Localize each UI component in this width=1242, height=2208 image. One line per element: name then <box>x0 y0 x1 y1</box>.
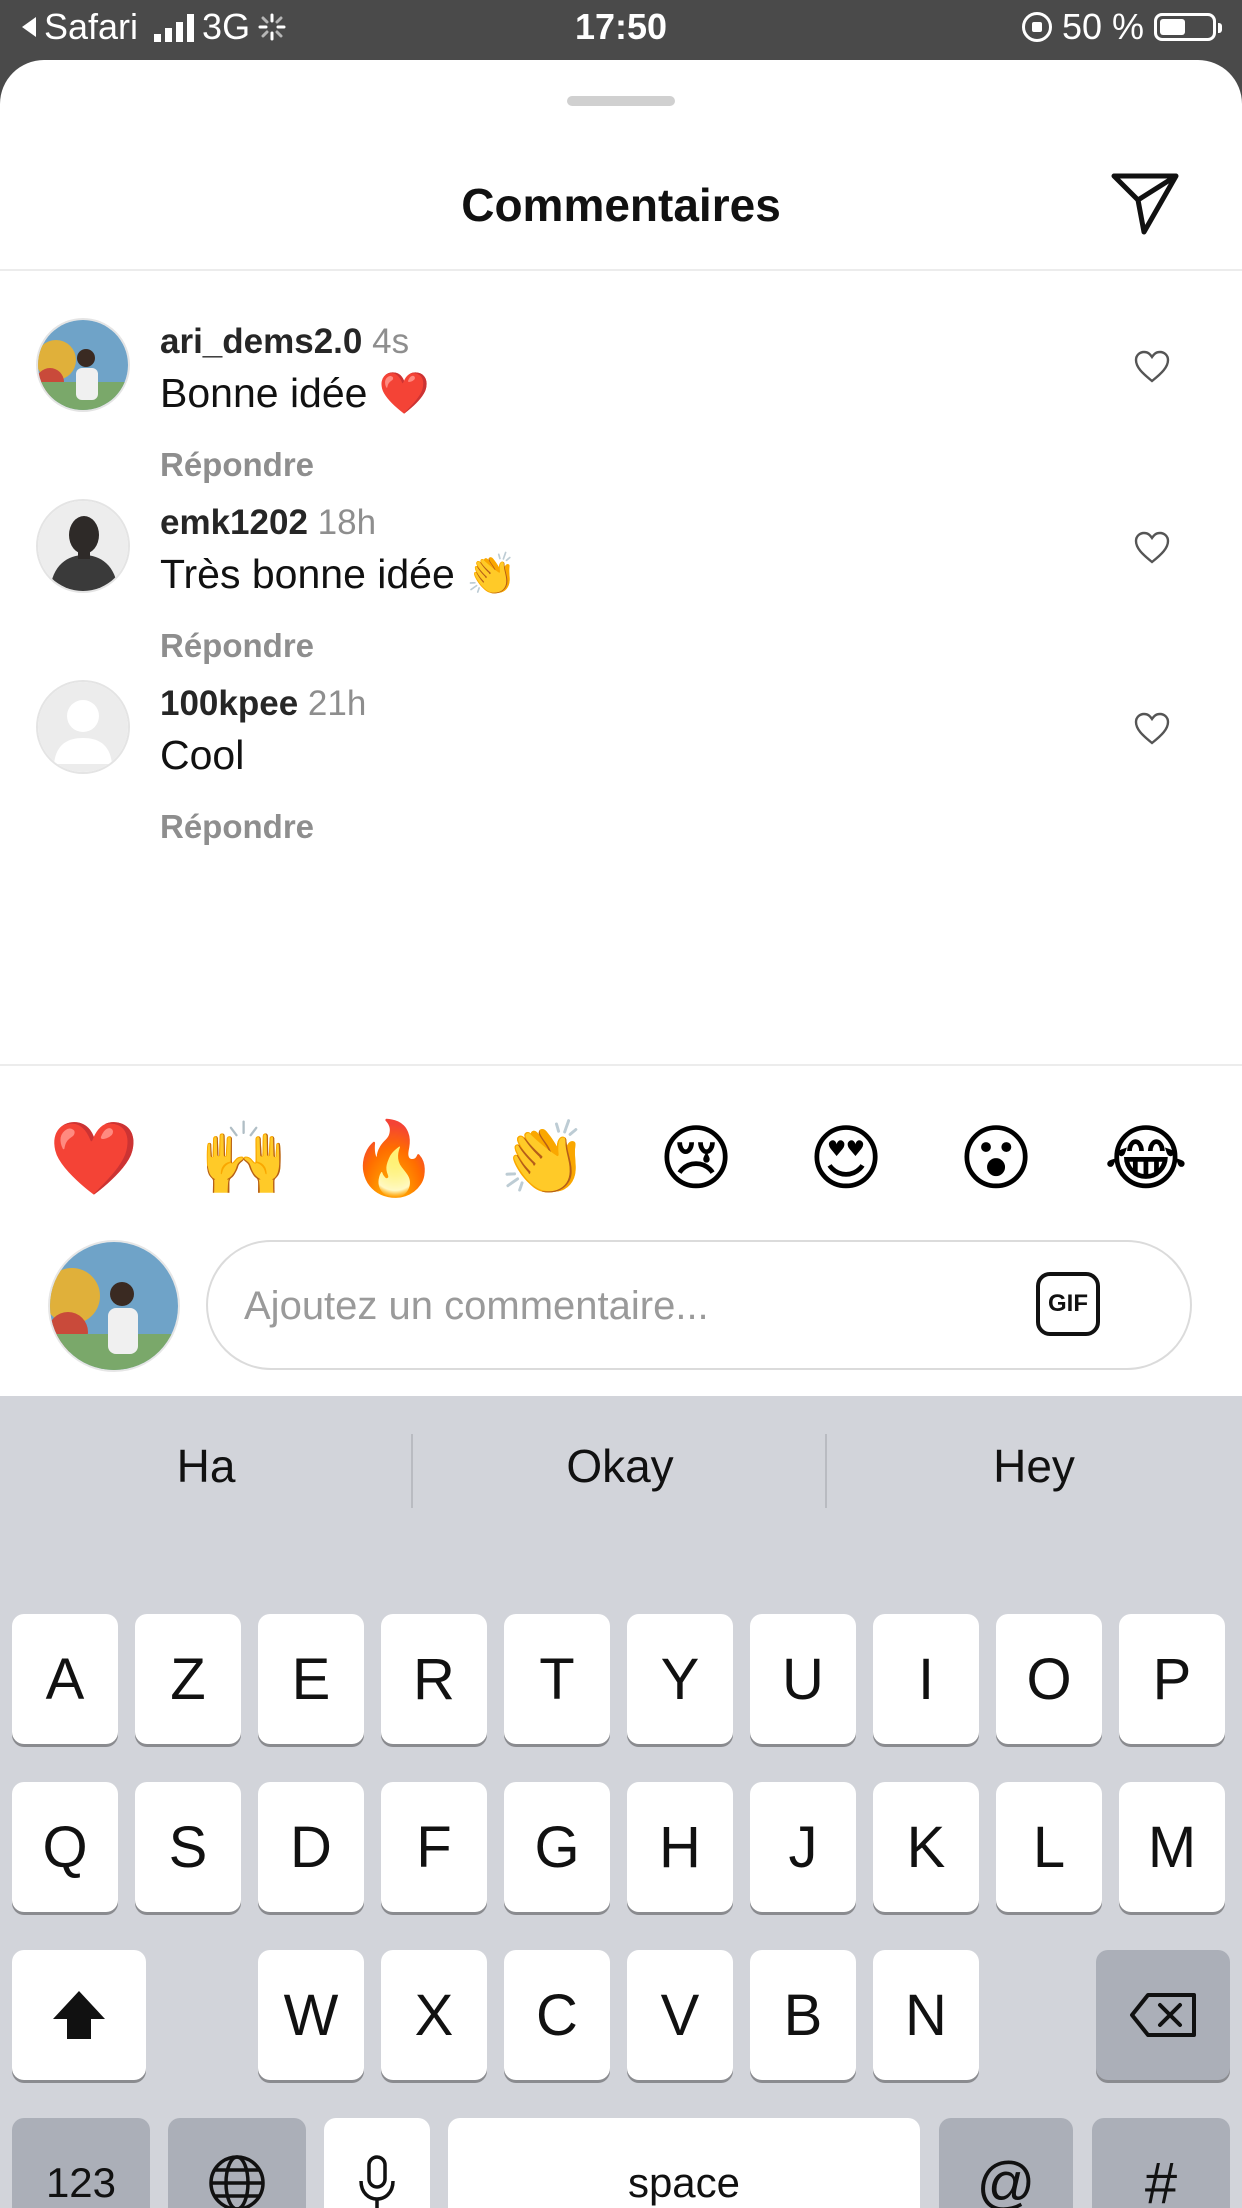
comment-meta: ari_dems2.0 4s <box>160 322 409 362</box>
reaction-clap[interactable]: 👏 <box>496 1110 592 1206</box>
backspace-icon <box>1130 1993 1196 2037</box>
comment-username[interactable]: emk1202 <box>160 503 308 542</box>
backspace-key[interactable] <box>1096 1950 1230 2080</box>
key-g[interactable]: G <box>504 1782 610 1912</box>
key-h[interactable]: H <box>627 1782 733 1912</box>
sheet-grabber[interactable] <box>567 96 675 106</box>
key-v[interactable]: V <box>627 1950 733 2080</box>
suggestion-1[interactable]: Ha <box>0 1396 412 1536</box>
comment-username[interactable]: 100kpee <box>160 684 298 723</box>
avatar[interactable] <box>36 499 130 593</box>
key-x[interactable]: X <box>381 1950 487 2080</box>
comment-username[interactable]: ari_dems2.0 <box>160 322 362 361</box>
comment-time: 21h <box>307 684 367 723</box>
comment-meta: emk1202 18h <box>160 503 376 543</box>
key-u[interactable]: U <box>750 1614 856 1744</box>
send-icon[interactable] <box>1110 170 1180 236</box>
suggestion-3[interactable]: Hey <box>828 1396 1240 1536</box>
globe-icon <box>209 2155 265 2208</box>
microphone-icon <box>359 2155 395 2208</box>
reaction-laughing[interactable]: 😂 <box>1098 1110 1194 1206</box>
reaction-surprised[interactable]: 😮 <box>948 1110 1044 1206</box>
key-b[interactable]: B <box>750 1950 856 2080</box>
key-e[interactable]: E <box>258 1614 364 1744</box>
key-m[interactable]: M <box>1119 1782 1225 1912</box>
reactions-divider <box>0 1064 1242 1066</box>
comment-input[interactable]: Ajoutez un commentaire... GIF <box>206 1240 1192 1370</box>
key-l[interactable]: L <box>996 1782 1102 1912</box>
gif-icon: GIF <box>1048 1290 1088 1317</box>
status-right: 50 % <box>1021 6 1222 48</box>
heart-outline-icon[interactable] <box>1134 350 1170 384</box>
reaction-heart[interactable]: ❤️ <box>46 1110 142 1206</box>
reaction-crying[interactable]: 😢 <box>648 1110 744 1206</box>
key-q[interactable]: Q <box>12 1782 118 1912</box>
key-t[interactable]: T <box>504 1614 610 1744</box>
reaction-raised-hands[interactable]: 🙌 <box>196 1110 292 1206</box>
comments-sheet: Commentaires ari_dems2.0 4s Bonne idée ❤… <box>0 60 1242 2208</box>
default-avatar-icon <box>38 682 128 772</box>
comment-text: Bonne idée ❤️ <box>160 370 430 416</box>
suggestion-2[interactable]: Okay <box>414 1396 826 1536</box>
key-o[interactable]: O <box>996 1614 1102 1744</box>
gif-button[interactable]: GIF <box>1036 1272 1100 1336</box>
comment-time: 4s <box>372 322 410 361</box>
reply-button[interactable]: Répondre <box>160 446 314 484</box>
key-k[interactable]: K <box>873 1782 979 1912</box>
reaction-fire[interactable]: 🔥 <box>346 1110 442 1206</box>
key-y[interactable]: Y <box>627 1614 733 1744</box>
heart-outline-icon[interactable] <box>1134 712 1170 746</box>
keyboard: Ha Okay Hey A Z E R T Y U I O P Q S D F … <box>0 1396 1242 2208</box>
key-a[interactable]: A <box>12 1614 118 1744</box>
globe-key[interactable] <box>168 2118 306 2208</box>
current-user-avatar <box>48 1240 180 1372</box>
key-w[interactable]: W <box>258 1950 364 2080</box>
reply-button[interactable]: Répondre <box>160 627 314 665</box>
shift-key[interactable] <box>12 1950 146 2080</box>
reaction-heart-eyes[interactable]: 😍 <box>798 1110 894 1206</box>
dictation-key[interactable] <box>324 2118 430 2208</box>
sheet-title: Commentaires <box>461 179 781 231</box>
at-key[interactable]: @ <box>939 2118 1073 2208</box>
shift-icon <box>53 1991 105 2039</box>
predictive-bar: Ha Okay Hey <box>0 1396 1242 1536</box>
battery-percent: 50 % <box>1061 6 1144 47</box>
avatar-photo <box>38 501 128 591</box>
comment-time: 18h <box>317 503 377 542</box>
space-key-label: space <box>627 2159 741 2206</box>
comment-text: Cool <box>160 732 245 778</box>
avatar-photo <box>38 320 128 410</box>
suggestion-separator <box>411 1434 413 1508</box>
status-bar: Safari 3G 17:50 50 % <box>0 0 1242 60</box>
space-key[interactable]: space <box>448 2118 920 2208</box>
comment-input-placeholder: Ajoutez un commentaire... <box>244 1284 709 1328</box>
heart-outline-icon[interactable] <box>1134 531 1170 565</box>
key-s[interactable]: S <box>135 1782 241 1912</box>
key-i[interactable]: I <box>873 1614 979 1744</box>
key-n[interactable]: N <box>873 1950 979 2080</box>
key-d[interactable]: D <box>258 1782 364 1912</box>
avatar-photo <box>50 1242 178 1370</box>
key-r[interactable]: R <box>381 1614 487 1744</box>
comment-meta: 100kpee 21h <box>160 684 366 724</box>
key-p[interactable]: P <box>1119 1614 1225 1744</box>
numbers-key-label: 123 <box>45 2159 117 2206</box>
suggestion-separator <box>825 1434 827 1508</box>
quick-reactions-bar: ❤️ 🙌 🔥 👏 😢 😍 😮 😂 <box>0 1110 1242 1210</box>
battery-icon <box>1154 13 1222 41</box>
avatar[interactable] <box>36 318 130 412</box>
hash-key[interactable]: # <box>1092 2118 1230 2208</box>
orientation-lock-icon <box>1021 12 1052 42</box>
numbers-key[interactable]: 123 <box>12 2118 150 2208</box>
key-c[interactable]: C <box>504 1950 610 2080</box>
key-f[interactable]: F <box>381 1782 487 1912</box>
avatar[interactable] <box>36 680 130 774</box>
comment-text: Très bonne idée 👏 <box>160 551 518 597</box>
key-z[interactable]: Z <box>135 1614 241 1744</box>
battery-fill <box>1160 19 1185 35</box>
key-j[interactable]: J <box>750 1782 856 1912</box>
header-divider <box>0 269 1242 271</box>
reply-button[interactable]: Répondre <box>160 808 314 846</box>
comment-item: 100kpee 21h Cool Répondre <box>0 674 1242 894</box>
